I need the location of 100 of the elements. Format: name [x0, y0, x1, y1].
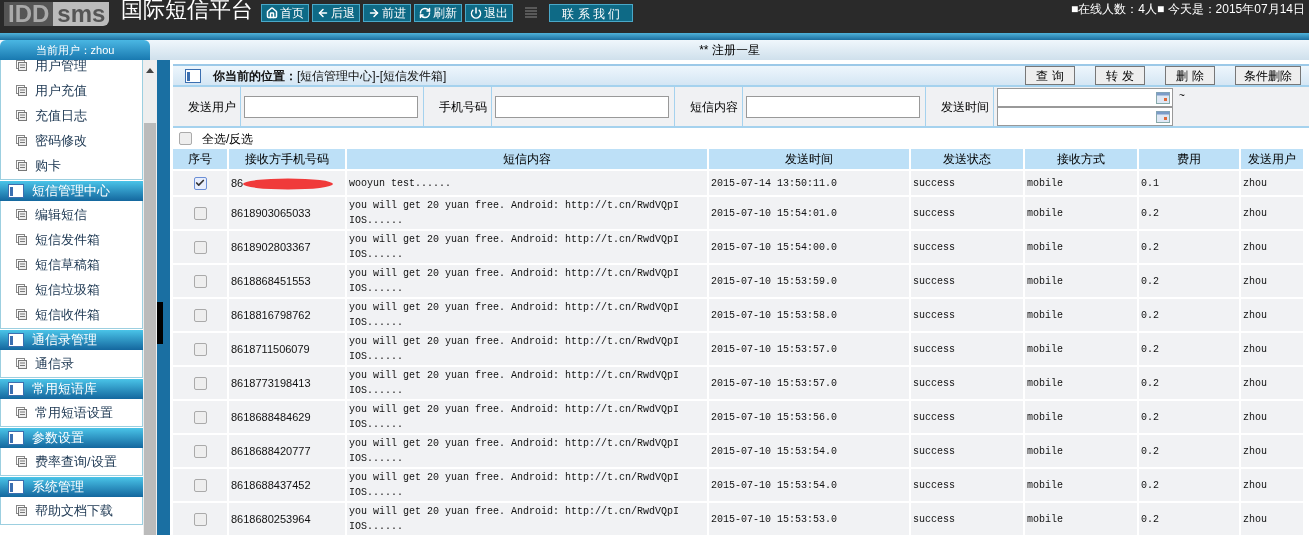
- document-icon: [16, 358, 27, 369]
- table-cell-text: zhou: [1243, 376, 1267, 391]
- table-cell-text: 8618816798762: [231, 307, 311, 323]
- sidebar-item[interactable]: 帮助文档下载: [1, 498, 142, 523]
- sidebar-item[interactable]: 充值日志: [1, 103, 142, 128]
- calendar-icon[interactable]: [1156, 110, 1170, 123]
- date-input[interactable]: [997, 88, 1173, 107]
- table-cell-text: 2015-07-10 15:53:56.0: [711, 410, 838, 425]
- table-cell-text: 0.2: [1141, 478, 1159, 493]
- action-button[interactable]: 查 询: [1025, 66, 1075, 85]
- column-header: 费用: [1139, 149, 1239, 169]
- sidebar-item[interactable]: 短信发件箱: [1, 227, 142, 252]
- table-cell-text: 8618688437452: [231, 477, 311, 493]
- filter-input[interactable]: [746, 95, 920, 118]
- table-cell-text: zhou: [1243, 342, 1267, 357]
- table-cell-text: 8618868451553: [231, 273, 311, 289]
- document-icon: [16, 505, 27, 516]
- checkbox[interactable]: [193, 444, 207, 458]
- table-cell-text: success: [913, 376, 955, 391]
- table-cell-text: 0.2: [1141, 376, 1159, 391]
- filter-input[interactable]: [495, 95, 669, 118]
- document-icon: [16, 110, 27, 121]
- date-input[interactable]: [997, 107, 1173, 126]
- range-separator: ~: [1179, 89, 1185, 103]
- table-cell-text: 2015-07-10 15:53:57.0: [711, 342, 838, 357]
- calendar-icon[interactable]: [1156, 91, 1170, 104]
- table-cell-text: success: [913, 512, 955, 527]
- column-header: 接收方式: [1025, 149, 1137, 169]
- scrollbar-thumb[interactable]: [144, 123, 156, 535]
- sidebar-item[interactable]: 密码修改: [1, 128, 142, 153]
- sidebar-scrollbar[interactable]: [143, 60, 157, 535]
- sidebar-item[interactable]: 短信收件箱: [1, 302, 142, 327]
- table-cell-text: 2015-07-10 15:53:53.0: [711, 512, 838, 527]
- sidebar-item[interactable]: 常用短语设置: [1, 400, 142, 425]
- location-label: 你当前的位置：: [213, 67, 297, 85]
- table-cell-text: mobile: [1027, 176, 1063, 191]
- table-cell-text: zhou: [1243, 410, 1267, 425]
- table-cell-text: 0.2: [1141, 342, 1159, 357]
- table-cell-text: 2015-07-10 15:54:01.0: [711, 206, 838, 221]
- document-icon: [16, 209, 27, 220]
- checkbox[interactable]: [193, 410, 207, 424]
- checkbox[interactable]: [193, 176, 207, 190]
- nav-button[interactable]: 后退: [312, 4, 361, 22]
- table-cell-text: 0.2: [1141, 274, 1159, 289]
- nav-button[interactable]: 退出: [465, 4, 514, 22]
- column-header: 序号: [173, 149, 227, 169]
- sidebar-item[interactable]: 购卡: [1, 153, 142, 178]
- logo: IDD sms: [4, 2, 110, 26]
- checkbox[interactable]: [193, 206, 207, 220]
- checkbox[interactable]: [193, 240, 207, 254]
- sidebar-item[interactable]: 编辑短信: [1, 202, 142, 227]
- table-cell-text: success: [913, 342, 955, 357]
- document-icon: [16, 259, 27, 270]
- table-cell-text: 8618902803367: [231, 239, 311, 255]
- table-cell-text: mobile: [1027, 410, 1063, 425]
- checkbox[interactable]: [193, 342, 207, 356]
- table-cell-text: you will get 20 yuan free. Android: http://t.cn/RwdVQpI IOS......: [349, 471, 681, 500]
- table-cell-text: mobile: [1027, 512, 1063, 527]
- filter-input[interactable]: [244, 95, 418, 118]
- action-button[interactable]: 删 除: [1165, 66, 1215, 85]
- sidebar-item[interactable]: 用户充值: [1, 78, 142, 103]
- column-header: 接收方手机号码: [229, 149, 345, 169]
- panel-icon: [8, 333, 24, 347]
- table-cell-text: 2015-07-10 15:53:54.0: [711, 444, 838, 459]
- checkbox[interactable]: [193, 274, 207, 288]
- checkbox[interactable]: [193, 376, 207, 390]
- table-cell-text: mobile: [1027, 478, 1063, 493]
- table-cell-text: zhou: [1243, 308, 1267, 323]
- nav-button[interactable]: 前进: [363, 4, 412, 22]
- action-button[interactable]: 转 发: [1095, 66, 1145, 85]
- sidebar-item[interactable]: 通信录: [1, 351, 142, 376]
- checkbox[interactable]: [193, 512, 207, 526]
- scroll-up-icon[interactable]: [146, 68, 154, 73]
- sidebar-item[interactable]: 费率查询/设置: [1, 449, 142, 474]
- checkbox[interactable]: [193, 308, 207, 322]
- nav-button[interactable]: 首页: [261, 4, 310, 22]
- table-cell-text: 8618711506079: [231, 341, 310, 357]
- table-cell-text: you will get 20 yuan free. Android: http://t.cn/RwdVQpI IOS......: [349, 335, 681, 364]
- contact-button[interactable]: 联 系 我 们: [549, 4, 634, 22]
- table-cell-text: mobile: [1027, 274, 1063, 289]
- checkbox[interactable]: [193, 478, 207, 492]
- checkbox[interactable]: [179, 132, 192, 145]
- table-cell-text: 86: [231, 175, 244, 191]
- table-cell-text: success: [913, 308, 955, 323]
- table-cell-text: mobile: [1027, 308, 1063, 323]
- sidebar-item[interactable]: 短信垃圾箱: [1, 277, 142, 302]
- table-cell-text: success: [913, 176, 955, 191]
- table-cell-text: mobile: [1027, 376, 1063, 391]
- nav-button[interactable]: 刷新: [414, 4, 463, 22]
- left-arrow-icon: [317, 7, 330, 19]
- table-cell-text: success: [913, 410, 955, 425]
- table-cell-text: you will get 20 yuan free. Android: http://t.cn/RwdVQpI IOS......: [349, 301, 681, 330]
- table-cell-text: 8618688420777: [231, 443, 311, 459]
- table-cell-text: 2015-07-10 15:53:58.0: [711, 308, 838, 323]
- sidebar-item[interactable]: 短信草稿箱: [1, 252, 142, 277]
- table-cell-text: zhou: [1243, 240, 1267, 255]
- document-icon: [16, 160, 27, 171]
- sidebar-group-header[interactable]: 参数设置: [0, 428, 143, 448]
- action-button[interactable]: 条件删除: [1235, 66, 1301, 85]
- grip-icon: [525, 7, 538, 19]
